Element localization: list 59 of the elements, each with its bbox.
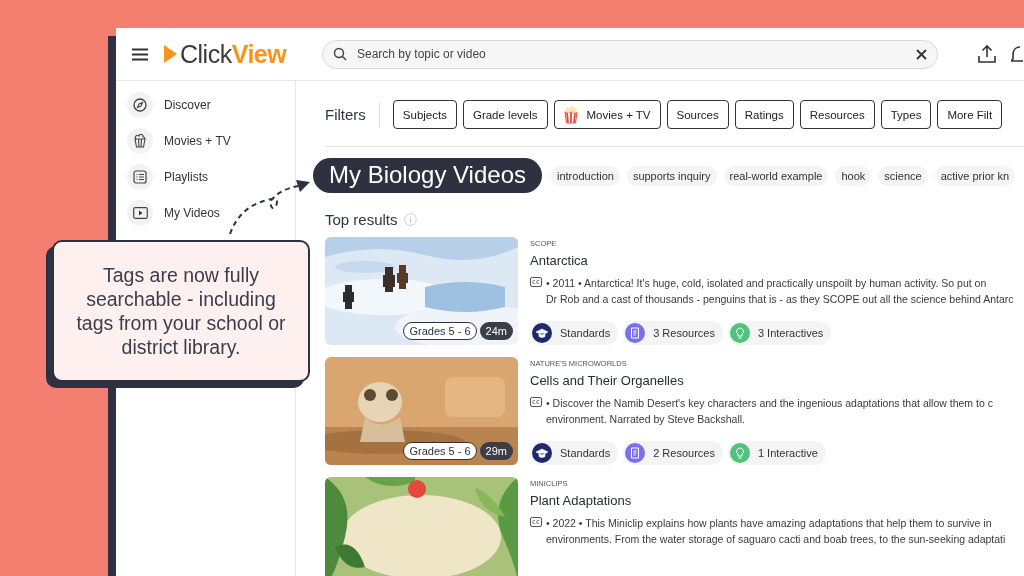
- resource-chip[interactable]: 3 Resources: [623, 321, 723, 345]
- document-icon: [625, 443, 646, 463]
- captions-icon: [530, 277, 542, 287]
- tag[interactable]: science: [878, 165, 928, 186]
- sidebar-item[interactable]: Discover: [116, 92, 295, 118]
- resource-chip[interactable]: 3 Interactives: [727, 321, 832, 345]
- filter-button[interactable]: Types: [880, 100, 932, 129]
- document-icon: [625, 323, 646, 343]
- upload-icon[interactable]: [978, 45, 996, 63]
- grade-badge: Grades 5 - 6: [403, 442, 477, 460]
- resource-chip[interactable]: Standards: [530, 441, 619, 465]
- filter-button[interactable]: Movies + TV: [553, 100, 661, 129]
- lightbulb-icon: [729, 323, 750, 343]
- filter-button[interactable]: More Filt: [937, 100, 1003, 129]
- search-field[interactable]: Search by topic or video: [322, 39, 938, 69]
- sidebar-item[interactable]: Playlists: [116, 164, 295, 190]
- video-icon: [132, 207, 148, 219]
- graduation-cap-icon: [532, 323, 552, 343]
- filter-button[interactable]: Subjects: [392, 100, 457, 129]
- menu-icon[interactable]: [132, 47, 148, 61]
- captions-icon: [530, 397, 542, 407]
- tag[interactable]: active prior kn: [934, 165, 1016, 186]
- resource-chip[interactable]: Standards: [530, 321, 619, 345]
- popcorn-icon: [133, 134, 147, 148]
- filter-button[interactable]: Resources: [799, 100, 875, 129]
- filter-button[interactable]: Ratings: [734, 100, 794, 129]
- grade-badge: Grades 5 - 6: [403, 322, 477, 340]
- tag[interactable]: introduction: [551, 165, 620, 186]
- bell-icon[interactable]: [1011, 44, 1023, 64]
- tag[interactable]: real-world example: [723, 165, 829, 186]
- video-description: • 2022 • This Miniclip explains how plants have amazing adaptations that help them to survive in environments. From the water storage of saguaro cacti and boab trees, to the sun-seeking adaptati: [546, 516, 1006, 547]
- search-input[interactable]: Search by topic or video: [355, 46, 908, 62]
- video-title[interactable]: Cells and Their Organelles: [530, 373, 684, 388]
- close-icon[interactable]: [916, 48, 927, 60]
- video-title[interactable]: Antarctica: [530, 253, 588, 268]
- popcorn-icon: [563, 105, 578, 124]
- sidebar-item[interactable]: My Videos: [116, 200, 295, 226]
- video-title[interactable]: Plant Adaptations: [530, 493, 632, 508]
- search-tag[interactable]: My Biology Videos: [313, 158, 542, 193]
- resource-chip[interactable]: 2 Resources: [623, 441, 723, 465]
- captions-icon: [530, 517, 542, 527]
- filters-label: Filters: [325, 106, 366, 123]
- list-icon: [133, 170, 147, 184]
- video-description: • Discover the Namib Desert's key characters and the ingenious adaptations that allow them to c environment. Narrated by Steve Backshall.: [546, 396, 993, 427]
- lightbulb-icon: [729, 443, 750, 463]
- logo[interactable]: ClickView: [180, 39, 287, 69]
- search-icon: [333, 47, 347, 61]
- play-logo-icon: [164, 45, 177, 63]
- tag[interactable]: hook: [835, 165, 872, 186]
- graduation-cap-icon: [532, 443, 552, 463]
- video-description: • 2011 • Antarctica! It's huge, cold, isolated and practically unspoilt by human activity. So put on Dr Rob and a cast of thousands - penguins that is - as they SCOPE out all the science behind Antarc: [546, 276, 1014, 307]
- filter-button[interactable]: Sources: [666, 100, 729, 129]
- compass-icon: [133, 98, 147, 112]
- filter-button[interactable]: Grade levels: [462, 100, 548, 129]
- callout-text: Tags are now fully searchable - including tags from your school or district library.: [75, 263, 287, 359]
- sidebar-item[interactable]: Movies + TV: [116, 128, 295, 154]
- tag[interactable]: supports inquiry: [626, 165, 717, 186]
- section-title: Top results: [325, 211, 398, 228]
- resource-chip[interactable]: 1 Interactive: [727, 441, 826, 465]
